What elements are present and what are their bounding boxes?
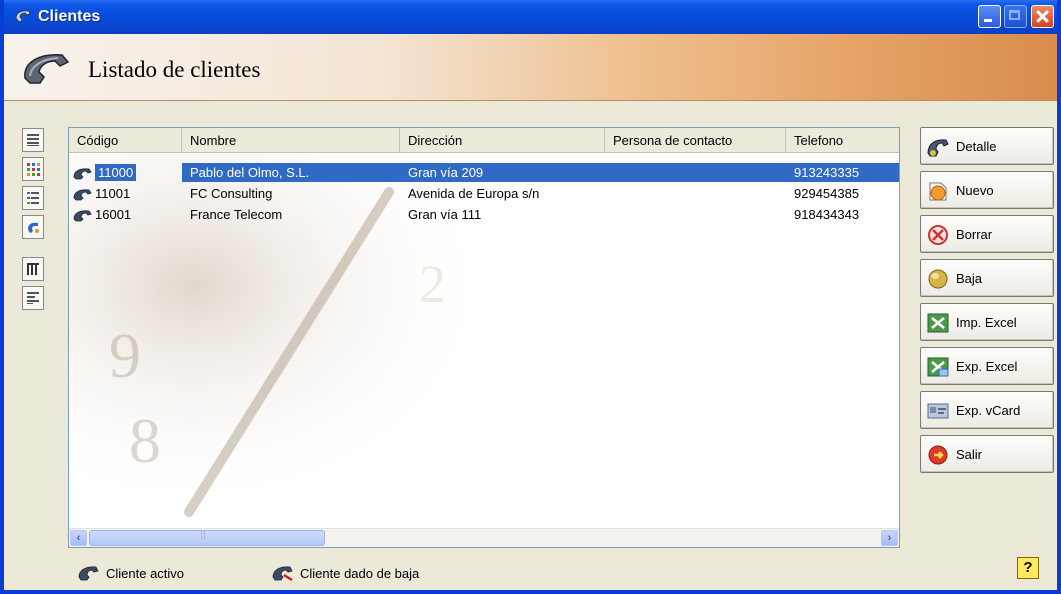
row-codigo: 11000 — [95, 164, 137, 181]
scroll-right-button[interactable]: › — [881, 530, 898, 546]
column-header-direccion[interactable]: Dirección — [400, 128, 605, 152]
row-telefono: 929454385 — [794, 186, 860, 201]
exit-icon — [928, 445, 948, 465]
active-client-icon — [73, 189, 92, 201]
active-client-icon — [73, 210, 92, 222]
detalle-label: Detalle — [956, 139, 997, 154]
row-direccion: Gran vía 111 — [408, 207, 482, 222]
column-header-contacto[interactable]: Persona de contacto — [605, 128, 786, 152]
column-header-nombre[interactable]: Nombre — [182, 128, 400, 152]
phone-app-icon — [14, 8, 32, 29]
table-header: Código Nombre Dirección Persona de conta… — [69, 128, 899, 153]
svg-text:8: 8 — [129, 405, 161, 476]
active-client-icon — [73, 168, 92, 180]
window-title: Clientes — [38, 8, 101, 25]
detalle-button[interactable]: Detalle — [920, 127, 1054, 165]
delete-icon — [928, 225, 948, 245]
scroll-left-button[interactable]: ‹ — [70, 530, 87, 546]
columns-icon — [27, 263, 39, 275]
page-title: Listado de clientes — [88, 57, 261, 82]
svg-text:9: 9 — [109, 320, 141, 391]
horizontal-scrollbar[interactable]: ‹ › — [69, 528, 899, 547]
clients-list[interactable]: 9 8 2 Código Nombre Dirección Persona de… — [68, 127, 900, 548]
row-direccion: Gran vía 209 — [400, 163, 605, 182]
view-toolbar — [22, 128, 46, 315]
row-codigo: 11001 — [95, 186, 131, 201]
imp-excel-button[interactable]: Imp. Excel — [920, 303, 1054, 341]
legend-active-label: Cliente activo — [106, 566, 185, 581]
column-header-codigo[interactable]: Código — [69, 128, 182, 152]
exp-excel-label: Exp. Excel — [956, 359, 1018, 374]
exp-vcard-label: Exp. vCard — [956, 403, 1021, 418]
details-view-button[interactable] — [22, 186, 44, 210]
contact-view-button[interactable] — [22, 215, 44, 239]
title-bar[interactable]: Clientes — [4, 0, 1057, 34]
help-button[interactable]: ? — [1017, 557, 1039, 579]
nuevo-button[interactable]: Nuevo — [920, 171, 1054, 209]
large-icons-view-button[interactable] — [22, 157, 44, 181]
row-contacto — [605, 205, 786, 224]
contact-icon — [28, 222, 39, 233]
table-row[interactable]: 16001 France Telecom Gran vía 111 918434… — [69, 205, 899, 224]
details-view-icon — [27, 192, 39, 204]
header-banner: Listado de clientes — [4, 34, 1057, 101]
borrar-label: Borrar — [956, 227, 993, 242]
row-telefono: 913243335 — [786, 163, 899, 182]
clientes-window: Clientes Listado de clientes 9 8 2 Códig… — [0, 0, 1061, 594]
row-codigo: 16001 — [95, 207, 132, 222]
salir-label: Salir — [956, 447, 983, 462]
baja-button[interactable]: Baja — [920, 259, 1054, 297]
borrar-button[interactable]: Borrar — [920, 215, 1054, 253]
row-contacto — [605, 184, 786, 203]
deactivate-icon — [928, 269, 948, 289]
scrollbar-thumb[interactable] — [89, 530, 325, 546]
list-view-button[interactable] — [22, 128, 44, 152]
close-button[interactable] — [1031, 5, 1054, 28]
report-icon — [27, 292, 39, 304]
svg-text:2: 2 — [419, 254, 446, 314]
column-header-telefono[interactable]: Telefono — [786, 128, 899, 152]
row-nombre: FC Consulting — [190, 186, 273, 201]
row-nombre: Pablo del Olmo, S.L. — [182, 163, 400, 182]
row-contacto — [605, 163, 786, 182]
row-direccion: Avenida de Europa s/n — [408, 186, 540, 201]
list-view-icon — [27, 134, 39, 146]
exp-excel-button[interactable]: Exp. Excel — [920, 347, 1054, 385]
phone-detail-icon — [927, 139, 949, 157]
legend-inactive-label: Cliente dado de baja — [300, 566, 420, 581]
maximize-button[interactable] — [1004, 5, 1027, 28]
active-client-icon — [78, 566, 99, 581]
exp-vcard-button[interactable]: Exp. vCard — [920, 391, 1054, 429]
excel-export-icon — [927, 357, 949, 377]
salir-button[interactable]: Salir — [920, 435, 1054, 473]
vcard-export-icon — [927, 403, 949, 419]
minimize-button[interactable] — [978, 5, 1001, 28]
columns-button[interactable] — [22, 257, 44, 281]
row-nombre: France Telecom — [190, 207, 283, 222]
baja-label: Baja — [956, 271, 983, 286]
report-button[interactable] — [22, 286, 44, 310]
table-row[interactable]: 11001 FC Consulting Avenida de Europa s/… — [69, 184, 899, 203]
inactive-client-icon — [272, 566, 293, 581]
imp-excel-label: Imp. Excel — [956, 315, 1017, 330]
table-row[interactable]: 11000 Pablo del Olmo, S.L. Gran vía 209 … — [69, 163, 899, 182]
telephone-icon — [22, 50, 72, 87]
excel-import-icon — [927, 313, 949, 333]
nuevo-label: Nuevo — [956, 183, 994, 198]
new-document-icon — [929, 182, 947, 201]
row-telefono: 918434343 — [794, 207, 860, 222]
large-icons-view-icon — [27, 163, 40, 176]
